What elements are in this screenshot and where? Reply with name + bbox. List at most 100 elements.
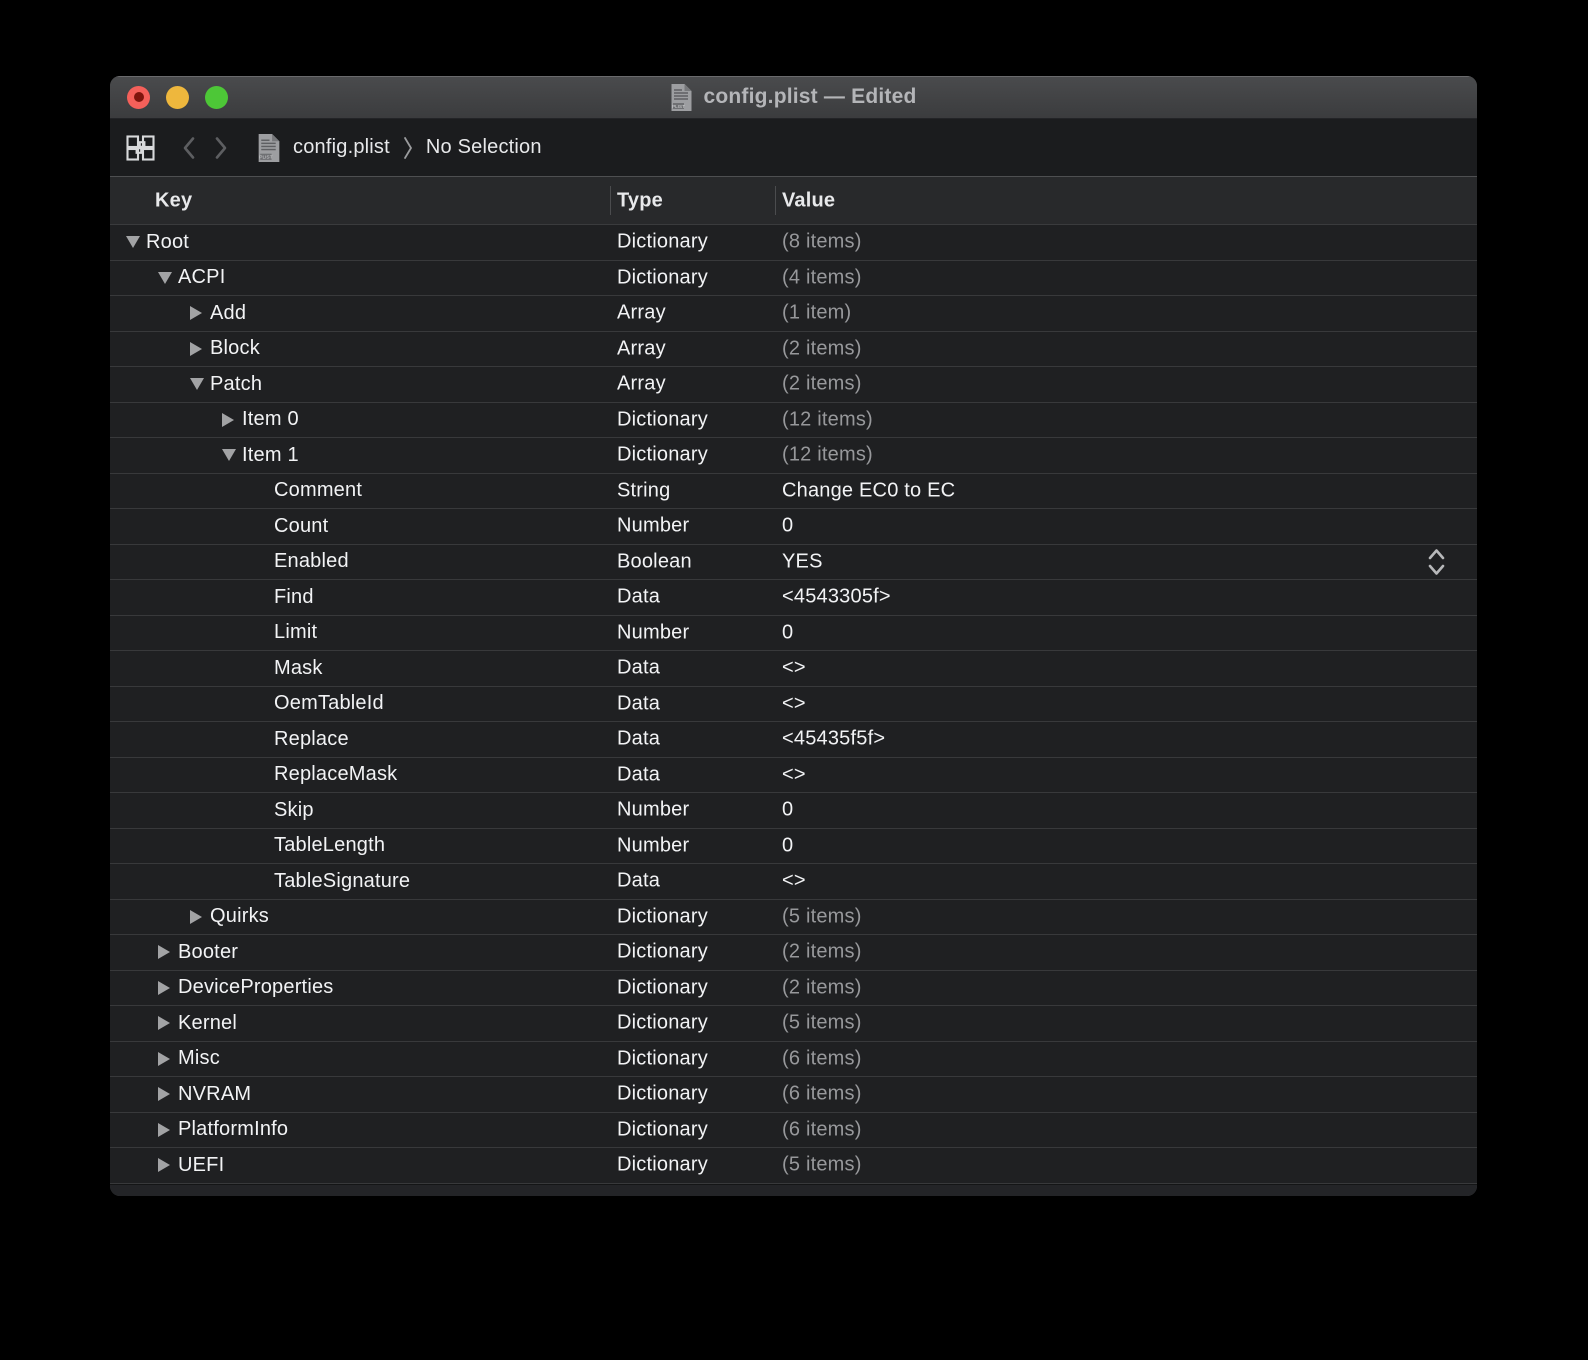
disclosure-triangle-collapsed-icon[interactable] [190, 910, 210, 924]
table-row[interactable]: SkipNumber0 [110, 793, 1477, 829]
table-row[interactable]: Item 0Dictionary(12 items) [110, 403, 1477, 439]
value-cell[interactable]: 0 [782, 834, 1407, 857]
type-cell[interactable]: Data [617, 692, 660, 715]
type-cell[interactable]: Data [617, 728, 660, 751]
value-cell[interactable]: (12 items) [782, 444, 1407, 467]
close-button[interactable] [127, 86, 150, 109]
disclosure-triangle-collapsed-icon[interactable] [222, 413, 242, 427]
value-cell[interactable]: <> [782, 657, 1407, 680]
type-cell[interactable]: Number [617, 834, 689, 857]
type-cell[interactable]: Number [617, 621, 689, 644]
minimize-button[interactable] [166, 86, 189, 109]
table-row[interactable]: TableLengthNumber0 [110, 829, 1477, 865]
type-cell[interactable]: Data [617, 763, 660, 786]
disclosure-triangle-collapsed-icon[interactable] [158, 1087, 178, 1101]
boolean-stepper-icon[interactable] [1426, 546, 1447, 578]
column-divider[interactable] [775, 186, 776, 215]
type-cell[interactable]: String [617, 479, 670, 502]
value-cell[interactable]: (5 items) [782, 905, 1407, 928]
table-row[interactable]: TableSignatureData<> [110, 864, 1477, 900]
type-cell[interactable]: Number [617, 515, 689, 538]
table-row[interactable]: FindData<4543305f> [110, 580, 1477, 616]
type-cell[interactable]: Dictionary [617, 231, 708, 254]
back-button[interactable] [181, 135, 197, 161]
type-cell[interactable]: Dictionary [617, 941, 708, 964]
disclosure-triangle-collapsed-icon[interactable] [158, 1123, 178, 1137]
value-cell[interactable]: <45435f5f> [782, 728, 1407, 751]
value-cell[interactable]: <4543305f> [782, 586, 1407, 609]
table-row[interactable]: KernelDictionary(5 items) [110, 1006, 1477, 1042]
table-row[interactable]: Item 1Dictionary(12 items) [110, 438, 1477, 474]
breadcrumb-item-file[interactable]: config.plist [293, 136, 390, 159]
type-cell[interactable]: Dictionary [617, 976, 708, 999]
table-row[interactable]: PatchArray(2 items) [110, 367, 1477, 403]
table-row[interactable]: ReplaceData<45435f5f> [110, 722, 1477, 758]
disclosure-triangle-collapsed-icon[interactable] [158, 981, 178, 995]
table-row[interactable]: RootDictionary(8 items) [110, 225, 1477, 261]
type-cell[interactable]: Array [617, 373, 666, 396]
table-row[interactable]: AddArray(1 item) [110, 296, 1477, 332]
type-cell[interactable]: Data [617, 870, 660, 893]
disclosure-triangle-collapsed-icon[interactable] [158, 1158, 178, 1172]
type-cell[interactable]: Dictionary [617, 408, 708, 431]
forward-button[interactable] [213, 135, 229, 161]
type-cell[interactable]: Dictionary [617, 1012, 708, 1035]
table-row[interactable]: MiscDictionary(6 items) [110, 1042, 1477, 1078]
disclosure-triangle-expanded-icon[interactable] [126, 236, 146, 248]
value-cell[interactable]: (2 items) [782, 373, 1407, 396]
value-cell[interactable]: <> [782, 870, 1407, 893]
type-cell[interactable]: Dictionary [617, 1083, 708, 1106]
table-row[interactable]: UEFIDictionary(5 items) [110, 1148, 1477, 1184]
zoom-button[interactable] [205, 86, 228, 109]
value-cell[interactable]: (6 items) [782, 1047, 1407, 1070]
type-cell[interactable]: Dictionary [617, 444, 708, 467]
type-cell[interactable]: Dictionary [617, 1154, 708, 1177]
disclosure-triangle-expanded-icon[interactable] [190, 378, 210, 390]
value-cell[interactable]: <> [782, 763, 1407, 786]
disclosure-triangle-collapsed-icon[interactable] [158, 1052, 178, 1066]
value-cell[interactable]: 0 [782, 515, 1407, 538]
value-cell[interactable]: YES [782, 550, 1407, 573]
value-cell[interactable]: (8 items) [782, 231, 1407, 254]
table-row[interactable]: DevicePropertiesDictionary(2 items) [110, 971, 1477, 1007]
type-cell[interactable]: Number [617, 799, 689, 822]
value-cell[interactable]: (5 items) [782, 1154, 1407, 1177]
type-cell[interactable]: Data [617, 586, 660, 609]
value-cell[interactable]: <> [782, 692, 1407, 715]
table-row[interactable]: NVRAMDictionary(6 items) [110, 1077, 1477, 1113]
type-cell[interactable]: Dictionary [617, 905, 708, 928]
table-row[interactable]: LimitNumber0 [110, 616, 1477, 652]
value-cell[interactable]: (4 items) [782, 266, 1407, 289]
table-row[interactable]: CountNumber0 [110, 509, 1477, 545]
table-row[interactable]: QuirksDictionary(5 items) [110, 900, 1477, 936]
table-row[interactable]: CommentStringChange EC0 to EC [110, 474, 1477, 510]
table-row[interactable]: MaskData<> [110, 651, 1477, 687]
type-cell[interactable]: Array [617, 337, 666, 360]
value-cell[interactable]: Change EC0 to EC [782, 479, 1407, 502]
value-cell[interactable]: (2 items) [782, 941, 1407, 964]
disclosure-triangle-collapsed-icon[interactable] [158, 945, 178, 959]
table-row[interactable]: EnabledBooleanYES [110, 545, 1477, 581]
value-cell[interactable]: (2 items) [782, 337, 1407, 360]
value-cell[interactable]: (6 items) [782, 1083, 1407, 1106]
type-cell[interactable]: Dictionary [617, 266, 708, 289]
table-row[interactable]: PlatformInfoDictionary(6 items) [110, 1113, 1477, 1149]
disclosure-triangle-collapsed-icon[interactable] [190, 342, 210, 356]
value-cell[interactable]: (6 items) [782, 1118, 1407, 1141]
column-header-key[interactable]: Key [155, 189, 192, 212]
disclosure-triangle-collapsed-icon[interactable] [158, 1016, 178, 1030]
column-header-value[interactable]: Value [782, 189, 835, 212]
column-header-type[interactable]: Type [617, 189, 663, 212]
disclosure-triangle-collapsed-icon[interactable] [190, 306, 210, 320]
type-cell[interactable]: Dictionary [617, 1047, 708, 1070]
value-cell[interactable]: (1 item) [782, 302, 1407, 325]
value-cell[interactable]: 0 [782, 621, 1407, 644]
related-items-button[interactable] [126, 135, 155, 161]
value-cell[interactable]: (5 items) [782, 1012, 1407, 1035]
table-row[interactable]: BlockArray(2 items) [110, 332, 1477, 368]
type-cell[interactable]: Dictionary [617, 1118, 708, 1141]
value-cell[interactable]: 0 [782, 799, 1407, 822]
value-cell[interactable]: (2 items) [782, 976, 1407, 999]
type-cell[interactable]: Array [617, 302, 666, 325]
disclosure-triangle-expanded-icon[interactable] [222, 449, 242, 461]
